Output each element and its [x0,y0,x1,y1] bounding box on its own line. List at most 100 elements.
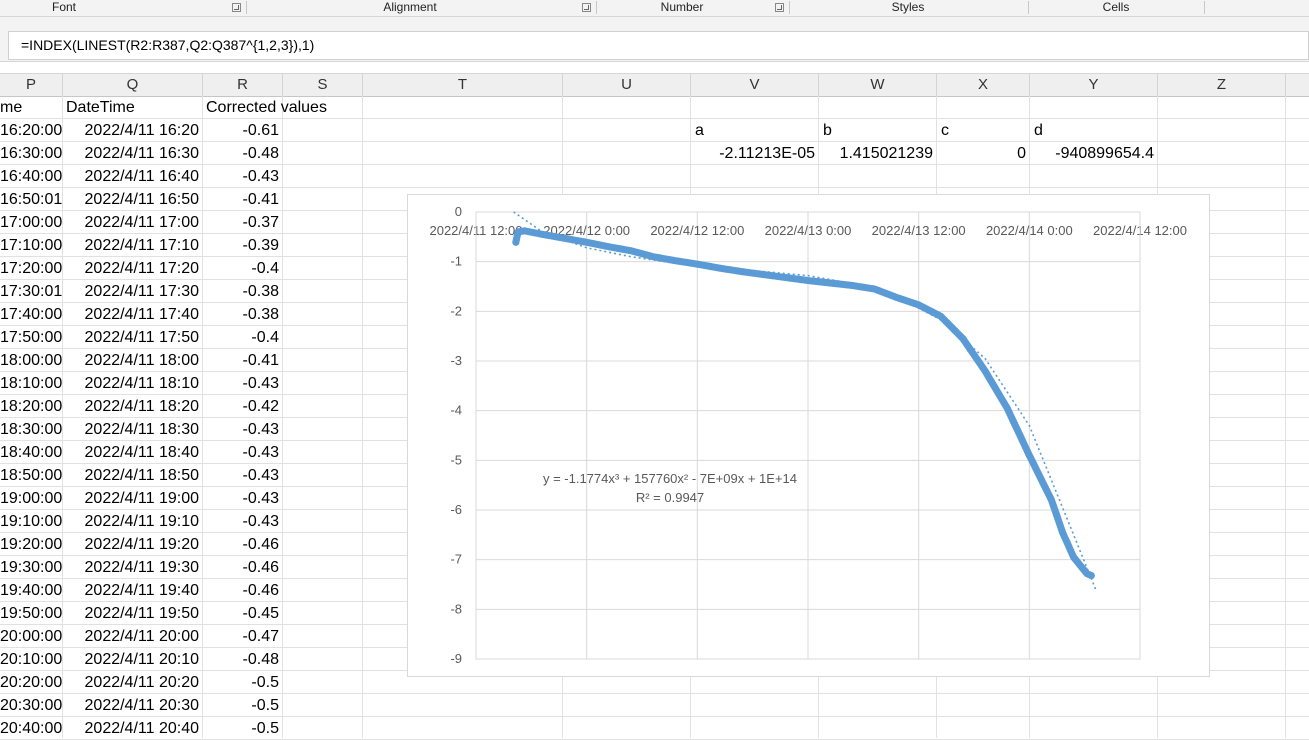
cell-w2-label-b[interactable]: b [823,119,832,142]
cell-v3-coef-a[interactable]: -2.11213E-05 [691,142,815,165]
column-header-y[interactable]: Y [1030,74,1158,96]
cell-datetime[interactable]: 2022/4/11 18:50 [63,464,199,487]
cell-datetime[interactable]: 2022/4/11 17:00 [63,211,199,234]
cell-datetime[interactable]: 2022/4/11 20:00 [63,625,199,648]
cell-datetime[interactable]: 2022/4/11 18:40 [63,441,199,464]
cell-time[interactable]: 19:40:00 [0,579,62,602]
cell-corrected-value[interactable]: -0.4 [203,257,279,280]
cell-r1[interactable]: Corrected values [206,96,327,119]
cell-time[interactable]: 18:20:00 [0,395,62,418]
cell-time[interactable]: 20:30:00 [0,694,62,717]
column-header-x[interactable]: X [937,74,1030,96]
cell-corrected-value[interactable]: -0.43 [203,464,279,487]
cell-corrected-value[interactable]: -0.37 [203,211,279,234]
cell-datetime[interactable]: 2022/4/11 19:50 [63,602,199,625]
cell-v2-label-a[interactable]: a [695,119,704,142]
cell-datetime[interactable]: 2022/4/11 18:10 [63,372,199,395]
cell-time[interactable]: 19:20:00 [0,533,62,556]
column-header-r[interactable]: R [203,74,283,96]
cell-time[interactable]: 18:50:00 [0,464,62,487]
cell-datetime[interactable]: 2022/4/11 20:30 [63,694,199,717]
cell-datetime[interactable]: 2022/4/11 19:30 [63,556,199,579]
cell-x2-label-c[interactable]: c [941,119,949,142]
cell-corrected-value[interactable]: -0.4 [203,326,279,349]
cell-y2-label-d[interactable]: d [1034,119,1043,142]
cell-datetime[interactable]: 2022/4/11 19:20 [63,533,199,556]
column-header-q[interactable]: Q [63,74,203,96]
cell-datetime[interactable]: 2022/4/11 20:40 [63,717,199,740]
formula-input[interactable]: =INDEX(LINEST(R2:R387,Q2:Q387^{1,2,3}),1… [8,31,1309,60]
cell-corrected-value[interactable]: -0.45 [203,602,279,625]
cell-corrected-value[interactable]: -0.39 [203,234,279,257]
cell-time[interactable]: 18:40:00 [0,441,62,464]
cell-time[interactable]: 20:10:00 [0,648,62,671]
cell-datetime[interactable]: 2022/4/11 16:50 [63,188,199,211]
cell-corrected-value[interactable]: -0.5 [203,717,279,740]
cell-q1[interactable]: DateTime [66,96,135,119]
cell-time[interactable]: 16:40:00 [0,165,62,188]
cell-corrected-value[interactable]: -0.61 [203,119,279,142]
cell-datetime[interactable]: 2022/4/11 19:00 [63,487,199,510]
cell-time[interactable]: 16:30:00 [0,142,62,165]
cell-datetime[interactable]: 2022/4/11 17:20 [63,257,199,280]
cell-datetime[interactable]: 2022/4/11 16:20 [63,119,199,142]
cell-time[interactable]: 18:10:00 [0,372,62,395]
cell-time[interactable]: 19:30:00 [0,556,62,579]
cell-x3-coef-c[interactable]: 0 [937,142,1026,165]
cell-corrected-value[interactable]: -0.43 [203,487,279,510]
cell-corrected-value[interactable]: -0.46 [203,556,279,579]
cell-time[interactable]: 17:40:00 [0,303,62,326]
cell-time[interactable]: 20:40:00 [0,717,62,740]
cell-datetime[interactable]: 2022/4/11 18:00 [63,349,199,372]
cell-corrected-value[interactable]: -0.38 [203,303,279,326]
cell-corrected-value[interactable]: -0.5 [203,671,279,694]
column-header-u[interactable]: U [563,74,691,96]
cell-datetime[interactable]: 2022/4/11 19:40 [63,579,199,602]
cell-corrected-value[interactable]: -0.42 [203,395,279,418]
cell-time[interactable]: 19:10:00 [0,510,62,533]
cell-corrected-value[interactable]: -0.5 [203,694,279,717]
column-header-v[interactable]: V [691,74,819,96]
cell-time[interactable]: 20:00:00 [0,625,62,648]
number-dialog-launcher-icon[interactable] [775,3,784,12]
column-header-s[interactable]: S [283,74,363,96]
cell-corrected-value[interactable]: -0.38 [203,280,279,303]
cell-datetime[interactable]: 2022/4/11 17:50 [63,326,199,349]
cell-corrected-value[interactable]: -0.43 [203,441,279,464]
cell-corrected-value[interactable]: -0.48 [203,648,279,671]
cell-corrected-value[interactable]: -0.43 [203,510,279,533]
cell-time[interactable]: 19:00:00 [0,487,62,510]
cell-datetime[interactable]: 2022/4/11 16:40 [63,165,199,188]
alignment-dialog-launcher-icon[interactable] [582,3,591,12]
cell-corrected-value[interactable]: -0.46 [203,533,279,556]
cell-datetime[interactable]: 2022/4/11 20:20 [63,671,199,694]
cell-corrected-value[interactable]: -0.43 [203,418,279,441]
cell-datetime[interactable]: 2022/4/11 18:30 [63,418,199,441]
cell-time[interactable]: 17:00:00 [0,211,62,234]
cell-y3-coef-d[interactable]: -940899654.4 [1030,142,1154,165]
column-header-t[interactable]: T [363,74,563,96]
cell-corrected-value[interactable]: -0.46 [203,579,279,602]
cell-corrected-value[interactable]: -0.41 [203,188,279,211]
cell-datetime[interactable]: 2022/4/11 17:10 [63,234,199,257]
cell-datetime[interactable]: 2022/4/11 16:30 [63,142,199,165]
cell-corrected-value[interactable]: -0.43 [203,372,279,395]
cell-datetime[interactable]: 2022/4/11 17:40 [63,303,199,326]
cell-corrected-value[interactable]: -0.47 [203,625,279,648]
cell-time[interactable]: 16:50:01 [0,188,62,211]
cell-w3-coef-b[interactable]: 1.415021239 [819,142,933,165]
cell-time[interactable]: 16:20:00 [0,119,62,142]
cell-time[interactable]: 17:30:01 [0,280,62,303]
cell-datetime[interactable]: 2022/4/11 19:10 [63,510,199,533]
cell-time[interactable]: 18:30:00 [0,418,62,441]
cell-p1[interactable]: me [0,96,22,119]
cell-corrected-value[interactable]: -0.43 [203,165,279,188]
cell-datetime[interactable]: 2022/4/11 18:20 [63,395,199,418]
cell-datetime[interactable]: 2022/4/11 20:10 [63,648,199,671]
cell-corrected-value[interactable]: -0.41 [203,349,279,372]
cell-time[interactable]: 17:10:00 [0,234,62,257]
font-dialog-launcher-icon[interactable] [232,3,241,12]
cell-time[interactable]: 17:20:00 [0,257,62,280]
column-header-p[interactable]: P [0,74,63,96]
column-header-z[interactable]: Z [1158,74,1286,96]
